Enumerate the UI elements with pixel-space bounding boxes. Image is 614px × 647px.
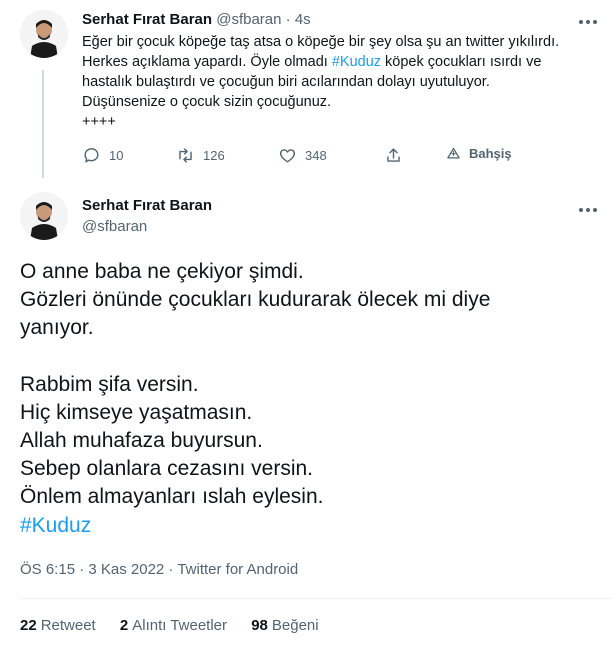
hashtag-link[interactable]: #Kuduz bbox=[332, 54, 381, 70]
text-line: O anne baba ne çekiyor şimdi. bbox=[20, 260, 304, 283]
text-line: Gözleri önünde çocukları kudurarak ölece… bbox=[20, 288, 491, 312]
share-icon bbox=[387, 148, 400, 162]
text-line: hastalık bulaştırdı ve çocuğun biri acıl… bbox=[82, 74, 490, 90]
retweet-button[interactable]: 126 bbox=[176, 146, 225, 165]
retweet-icon bbox=[179, 148, 192, 163]
like-count: 348 bbox=[305, 148, 327, 163]
author-name[interactable]: Serhat Fırat Baran bbox=[82, 11, 212, 28]
author-name[interactable]: Serhat Fırat Baran bbox=[82, 197, 212, 214]
reply-count: 10 bbox=[109, 148, 124, 163]
parent-tweet-header: Serhat Fırat Baran @sfbaran · 4s bbox=[82, 10, 311, 30]
retweets-label: Retweet bbox=[40, 617, 96, 634]
tip-button[interactable]: Bahşiş bbox=[446, 146, 512, 161]
text-segment: köpek çocukları ısırdı ve bbox=[381, 54, 542, 70]
text-line: Eğer bir çocuk köpeğe taş atsa o köpeğe … bbox=[82, 34, 560, 50]
quotes-label: Alıntı Tweetler bbox=[132, 617, 228, 634]
share-button[interactable] bbox=[384, 146, 403, 165]
text-line: yanıyor. bbox=[20, 316, 94, 340]
author-handle[interactable]: @sfbaran bbox=[216, 11, 281, 28]
text-line: ++++ bbox=[82, 114, 116, 130]
likes-label: Beğeni bbox=[271, 617, 319, 634]
text-line: Önlem almayanları ıslah eylesin. bbox=[20, 485, 324, 509]
reply-button[interactable]: 10 bbox=[82, 146, 123, 165]
separator: · bbox=[285, 11, 291, 28]
main-tweet-text: O anne baba ne çekiyor şimdi. Gözleri ön… bbox=[20, 258, 600, 540]
reply-icon bbox=[84, 148, 99, 163]
divider bbox=[20, 598, 614, 599]
parent-tweet-text: Eğer bir çocuk köpeğe taş atsa o köpeğe … bbox=[82, 32, 602, 132]
like-button[interactable]: 348 bbox=[278, 146, 327, 165]
tip-label: Bahşiş bbox=[469, 146, 512, 161]
text-line: Herkes açıklama yapardı. Öyle olmadı #Ku… bbox=[82, 52, 602, 72]
more-icon[interactable] bbox=[578, 14, 598, 25]
quotes-count: 2 bbox=[119, 617, 129, 634]
avatar[interactable] bbox=[20, 10, 68, 58]
text-line: Hiç kimseye yaşatmasın. bbox=[20, 400, 253, 424]
tweet-stats: 22 Retweet 2 Alıntı Tweetler 98 Beğeni bbox=[20, 617, 339, 634]
thread-line bbox=[42, 70, 44, 178]
text-line: Sebep olanlara cezasını versin. bbox=[20, 457, 314, 481]
tweet-timestamp[interactable]: ÖS 6:15 · 3 Kas 2022 · Twitter for Andro… bbox=[20, 561, 298, 578]
avatar[interactable] bbox=[20, 192, 68, 240]
author-handle[interactable]: @sfbaran bbox=[82, 218, 147, 235]
like-icon bbox=[279, 149, 296, 163]
text-line: Allah muhafaza buyursun. bbox=[20, 429, 263, 453]
text-line: Rabbim şifa versin. bbox=[20, 372, 199, 396]
tip-icon bbox=[447, 147, 460, 159]
likes-count: 98 bbox=[251, 617, 268, 634]
likes-stat[interactable]: 98 Beğeni bbox=[251, 617, 318, 634]
retweets-count: 22 bbox=[20, 617, 37, 634]
retweets-stat[interactable]: 22 Retweet bbox=[20, 617, 96, 634]
tweet-actions: 10 126 348 Bahşiş bbox=[82, 146, 522, 170]
text-segment: Herkes açıklama yapardı. Öyle olmadı bbox=[82, 54, 332, 70]
hashtag-link[interactable]: #Kuduz bbox=[20, 512, 600, 540]
more-icon[interactable] bbox=[578, 202, 598, 213]
quotes-stat[interactable]: 2 Alıntı Tweetler bbox=[120, 617, 227, 634]
text-line: Düşünsenize o çocuk sizin çocuğunuz. bbox=[82, 94, 332, 110]
retweet-count: 126 bbox=[203, 148, 225, 163]
tweet-time[interactable]: 4s bbox=[295, 11, 311, 28]
